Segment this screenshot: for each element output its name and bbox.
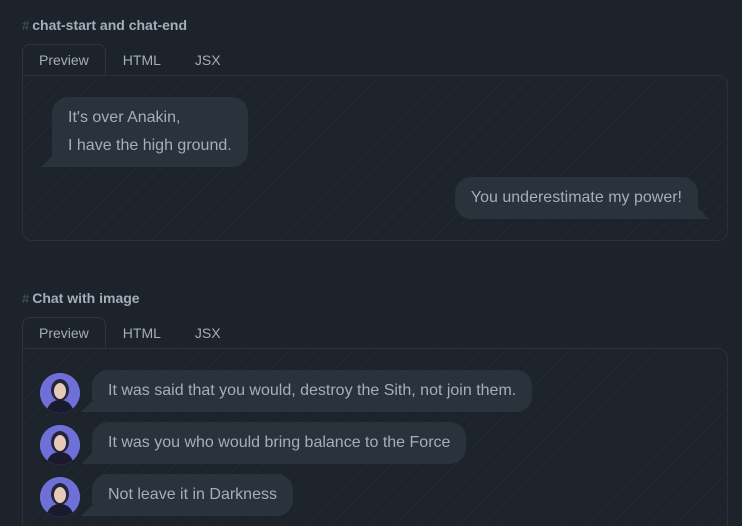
tab-preview[interactable]: Preview	[22, 44, 106, 76]
section-title-text: chat-start and chat-end	[32, 17, 188, 33]
chat-bubble-tail	[41, 155, 53, 167]
docs-page: # chat-start and chat-end Preview HTML J…	[0, 0, 742, 526]
anchor-hash-link[interactable]: #	[22, 291, 29, 306]
tab-list: Preview HTML JSX	[22, 317, 238, 349]
anchor-hash-link[interactable]: #	[22, 18, 29, 33]
preview-panel: It's over Anakin, I have the high ground…	[22, 75, 728, 241]
section-title-chat-start-end: # chat-start and chat-end	[22, 17, 187, 33]
avatar-portrait-icon	[40, 477, 80, 517]
chat-bubble-line: It's over Anakin,	[68, 109, 181, 126]
chat-bubble-tail	[81, 452, 93, 464]
tab-jsx[interactable]: JSX	[178, 44, 238, 76]
chat-bubble-line: It was said that you would, destroy the …	[108, 382, 517, 399]
tab-html[interactable]: HTML	[106, 317, 178, 349]
preview-panel: It was said that you would, destroy the …	[22, 348, 728, 526]
chat-bubble: It was you who would bring balance to th…	[81, 422, 467, 464]
tab-list: Preview HTML JSX	[22, 44, 238, 76]
chat-bubble: It was said that you would, destroy the …	[81, 370, 533, 412]
tab-preview[interactable]: Preview	[22, 317, 106, 349]
chat-bubble-line: I have the high ground.	[68, 137, 232, 154]
chat-bubble-line: You underestimate my power!	[470, 189, 682, 206]
avatar	[40, 477, 80, 517]
section-title-text: Chat with image	[32, 290, 140, 306]
chat-bubble: It's over Anakin, I have the high ground…	[41, 97, 248, 167]
chat-bubble: You underestimate my power!	[454, 177, 709, 219]
chat-bubble-line: Not leave it in Darkness	[108, 486, 277, 503]
chat-bubble-tail	[697, 207, 709, 219]
chat-bubble: Not leave it in Darkness	[81, 474, 293, 516]
chat-bubble-line: It was you who would bring balance to th…	[108, 434, 451, 451]
chat-bubble-tail	[81, 504, 93, 516]
tab-html[interactable]: HTML	[106, 44, 178, 76]
avatar-portrait-icon	[40, 425, 80, 465]
avatar	[40, 425, 80, 465]
section-title-chat-with-image: # Chat with image	[22, 290, 140, 306]
avatar-portrait-icon	[40, 373, 80, 413]
avatar	[40, 373, 80, 413]
tab-jsx[interactable]: JSX	[178, 317, 238, 349]
chat-bubble-tail	[81, 400, 93, 412]
